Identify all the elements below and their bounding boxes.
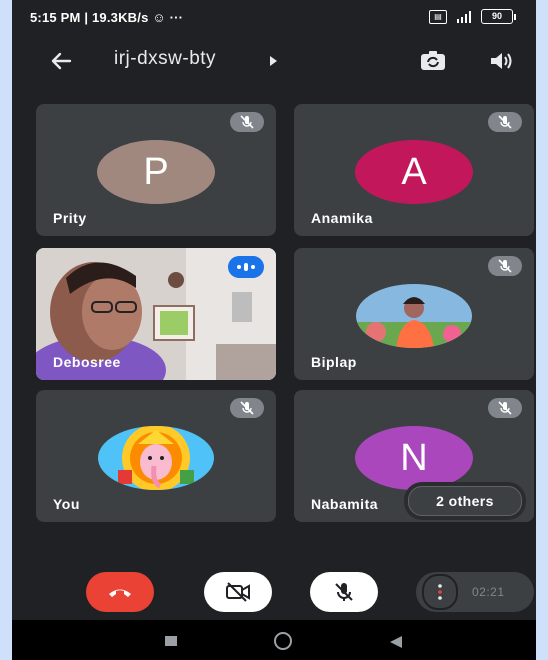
participant-tile-prity[interactable]: P Prity	[36, 104, 276, 236]
sim-icon: ▤	[429, 9, 447, 24]
mic-off-icon	[240, 401, 254, 415]
mic-off-badge	[488, 256, 522, 276]
mic-off-icon	[335, 583, 353, 601]
participant-name: Biplap	[311, 354, 357, 370]
participant-name: Prity	[53, 210, 87, 226]
call-controls: 02:21	[12, 566, 536, 620]
avatar: N	[355, 426, 473, 490]
avatar	[98, 426, 214, 490]
participant-tile-debosree[interactable]: Debosree	[36, 248, 276, 380]
system-back-button[interactable]	[390, 636, 402, 648]
meeting-info-caret-icon[interactable]	[270, 56, 277, 66]
status-text: 5:15 PM | 19.3KB/s ☺ ···	[30, 10, 184, 25]
avatar	[356, 284, 472, 348]
phone-screen: 5:15 PM | 19.3KB/s ☺ ··· ▤ 90 irj-dxsw-b…	[12, 0, 536, 660]
status-icons: ▤ 90	[429, 9, 516, 24]
back-arrow-icon	[51, 52, 72, 70]
camera-toggle-button[interactable]	[204, 572, 272, 612]
mic-off-icon	[498, 115, 512, 129]
mic-off-badge	[488, 112, 522, 132]
mic-off-badge	[230, 398, 264, 418]
battery-level: 90	[481, 9, 513, 24]
avatar: A	[355, 140, 473, 204]
mic-off-icon	[498, 259, 512, 273]
participant-name: Nabamita	[311, 496, 379, 512]
camera-switch-button[interactable]	[418, 46, 448, 76]
meeting-code[interactable]: irj-dxsw-bty	[114, 48, 216, 70]
end-call-button[interactable]	[86, 572, 154, 612]
others-button[interactable]: 2 others	[408, 486, 522, 516]
participant-tile-biplap[interactable]: Biplap	[294, 248, 534, 380]
system-nav-bar	[12, 620, 536, 660]
status-bar: 5:15 PM | 19.3KB/s ☺ ··· ▤ 90	[12, 0, 536, 36]
recent-apps-button[interactable]	[165, 636, 177, 646]
mic-off-icon	[240, 115, 254, 129]
avatar: P	[97, 140, 215, 204]
participant-name: Anamika	[311, 210, 373, 226]
back-button[interactable]	[46, 46, 76, 76]
app-bar: irj-dxsw-bty	[12, 36, 536, 86]
camera-off-icon	[226, 582, 250, 602]
signal-icon	[457, 10, 471, 23]
more-options-button[interactable]: 02:21	[416, 572, 534, 612]
participant-tile-nabamita[interactable]: N Nabamita 2 others	[294, 390, 534, 522]
mic-off-icon	[498, 401, 512, 415]
mic-off-badge	[230, 112, 264, 132]
more-icon	[422, 574, 458, 610]
camera-switch-icon	[421, 51, 445, 70]
speaker-icon	[491, 53, 512, 69]
speaker-button[interactable]	[486, 46, 516, 76]
participant-name: You	[53, 496, 80, 512]
home-button[interactable]	[274, 632, 292, 650]
battery-icon: 90	[481, 9, 516, 24]
call-timer: 02:21	[472, 585, 505, 599]
participant-name: Debosree	[53, 354, 121, 370]
speaking-indicator	[228, 256, 264, 278]
participant-tile-you[interactable]: You	[36, 390, 276, 522]
hang-up-icon	[109, 589, 131, 597]
mic-toggle-button[interactable]	[310, 572, 378, 612]
participant-tile-anamika[interactable]: A Anamika	[294, 104, 534, 236]
mic-off-badge	[488, 398, 522, 418]
